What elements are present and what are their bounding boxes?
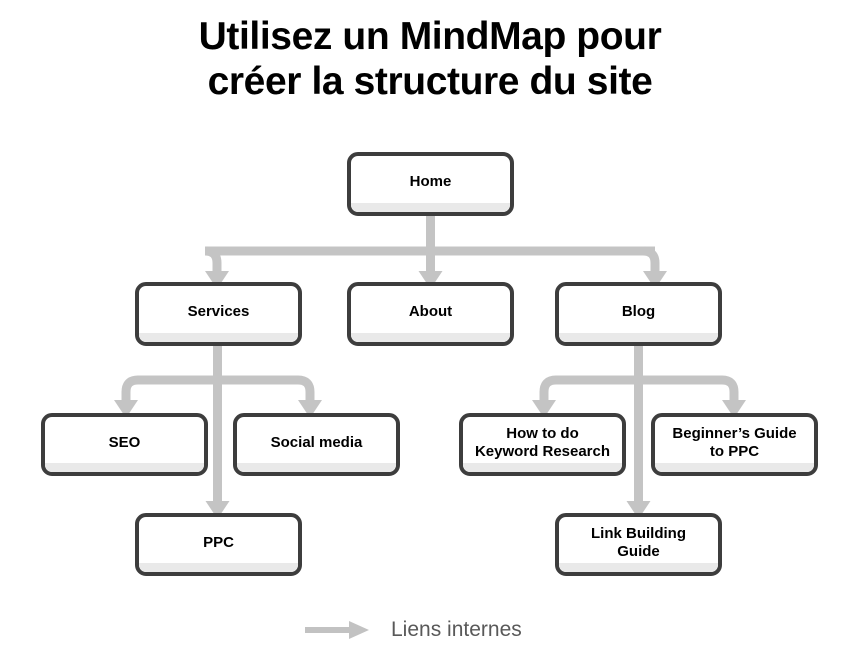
page-title: Utilisez un MindMap pour créer la struct… — [198, 15, 662, 103]
node-social-media[interactable]: Social media — [233, 413, 400, 476]
right-arrow-icon — [305, 621, 369, 639]
node-beginners-guide-ppc[interactable]: Beginner’s Guide to PPC — [651, 413, 818, 476]
node-services[interactable]: Services — [135, 282, 302, 346]
mindmap-diagram: Utilisez un MindMap pour créer la struct… — [0, 0, 860, 672]
legend-label: Liens internes — [391, 618, 522, 641]
node-home-label: Home — [409, 173, 452, 190]
node-link-building-guide-label: Link Building Guide — [591, 524, 686, 560]
node-services-label: Services — [187, 303, 250, 320]
node-keyword-research[interactable]: How to do Keyword Research — [459, 413, 626, 476]
node-social-media-label: Social media — [270, 433, 363, 451]
node-seo-label: SEO — [108, 433, 141, 451]
edge-services-left-elbow — [121, 375, 139, 405]
edge-blog-right-elbow — [721, 375, 739, 405]
node-link-building-guide[interactable]: Link Building Guide — [555, 513, 722, 576]
node-ppc[interactable]: PPC — [135, 513, 302, 576]
node-ppc-label: PPC — [203, 533, 234, 551]
node-about[interactable]: About — [347, 282, 514, 346]
node-beginners-guide-ppc-label: Beginner’s Guide to PPC — [672, 424, 797, 460]
edge-bus-left-elbow — [204, 246, 222, 275]
edge-blog-left-elbow — [539, 375, 557, 405]
node-blog-label: Blog — [621, 303, 656, 320]
node-blog[interactable]: Blog — [555, 282, 722, 346]
edge-services-right-elbow — [297, 375, 315, 405]
legend: Liens internes — [305, 612, 605, 648]
edge-bus-right-elbow — [642, 246, 660, 275]
node-keyword-research-label: How to do Keyword Research — [474, 424, 611, 460]
node-about-label: About — [408, 303, 453, 320]
node-seo[interactable]: SEO — [41, 413, 208, 476]
node-home[interactable]: Home — [347, 152, 514, 216]
